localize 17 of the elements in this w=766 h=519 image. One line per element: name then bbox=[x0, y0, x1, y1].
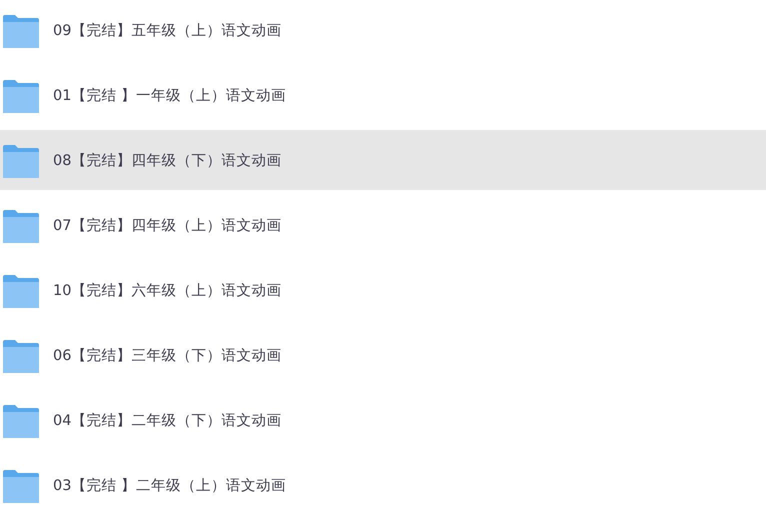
folder-name: 04【完结】二年级（下）语文动画 bbox=[53, 412, 282, 430]
folder-name: 06【完结】三年级（下）语文动画 bbox=[53, 346, 282, 364]
folder-icon bbox=[3, 274, 39, 308]
folder-name: 07【完结】四年级（上）语文动画 bbox=[53, 216, 282, 234]
folder-icon bbox=[3, 80, 39, 112]
folder-name: 08【完结】四年级（下）语文动画 bbox=[53, 152, 282, 170]
folder-icon bbox=[3, 404, 39, 438]
folder-icon bbox=[3, 144, 39, 178]
folder-name: 09【完结】五年级（上）语文动画 bbox=[53, 22, 282, 40]
folder-row[interactable]: 08【完结】四年级（下）语文动画 bbox=[0, 130, 766, 190]
folder-name: 10【完结】六年级（上）语文动画 bbox=[53, 282, 282, 300]
folder-icon bbox=[3, 340, 39, 372]
folder-name: 01【完结 】一年级（上）语文动画 bbox=[53, 86, 286, 104]
folder-name: 03【完结 】二年级（上）语文动画 bbox=[53, 476, 286, 494]
folder-icon bbox=[3, 210, 39, 242]
folder-icon bbox=[3, 470, 39, 502]
folder-icon bbox=[3, 14, 39, 48]
